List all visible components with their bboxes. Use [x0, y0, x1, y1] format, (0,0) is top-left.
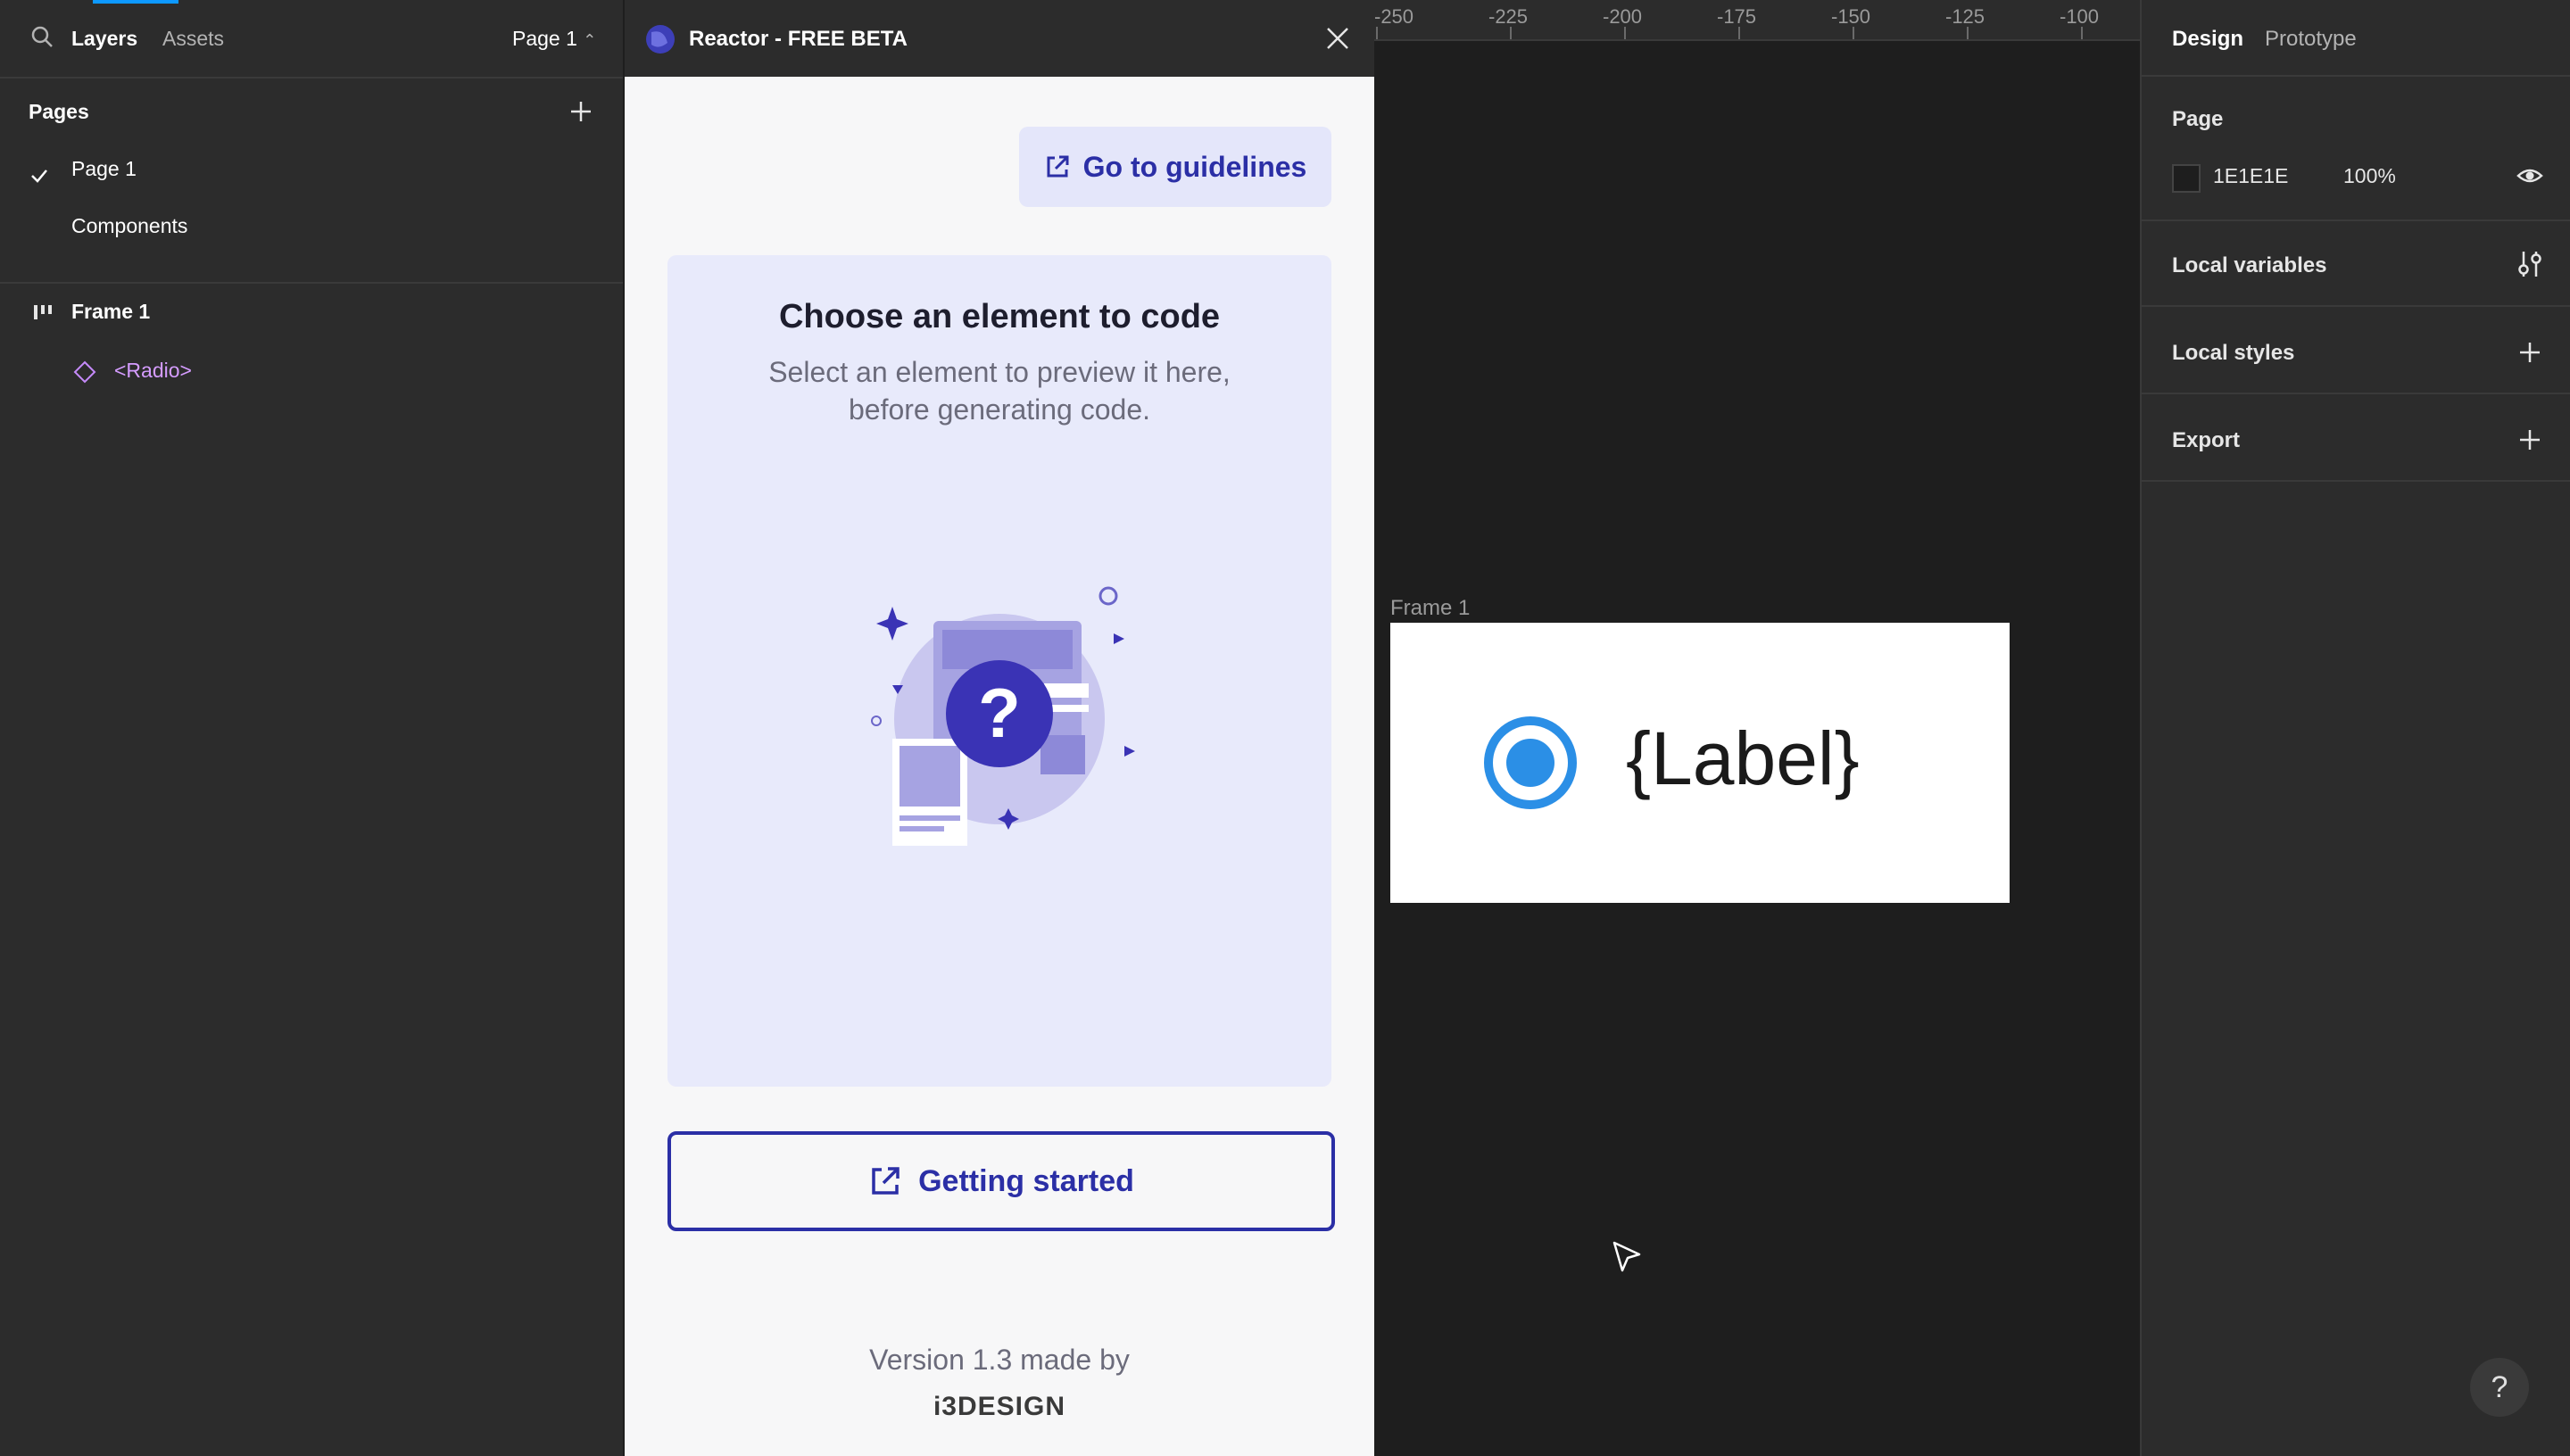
external-link-icon	[872, 1167, 900, 1195]
chevron-up-icon: ⌃	[583, 31, 597, 49]
guidelines-label: Go to guidelines	[1082, 150, 1307, 183]
go-to-guidelines-button[interactable]: Go to guidelines	[1019, 127, 1331, 207]
card-subtitle-line-2: before generating code.	[848, 393, 1151, 426]
active-tab-indicator	[93, 0, 178, 4]
plugin-title: Reactor - FREE BETA	[689, 27, 908, 51]
ruler-tick-label: -150	[1831, 5, 1871, 28]
frame-label[interactable]: Frame 1	[1390, 596, 1470, 621]
check-icon	[31, 170, 47, 183]
page-selector-label: Page 1	[512, 27, 577, 50]
card-title: Choose an element to code	[778, 298, 1221, 335]
getting-started-label: Getting started	[918, 1163, 1134, 1198]
ruler-tick	[2081, 27, 2083, 39]
svg-text:?: ?	[978, 674, 1021, 752]
plugin-header: Reactor - FREE BETA	[625, 0, 1374, 77]
page-selector[interactable]: Page 1 ⌃	[512, 27, 596, 51]
ruler-tick-label: -125	[1945, 5, 1986, 28]
design-panel: Design Prototype Page 1E1E1E 100% Local …	[2140, 0, 2570, 1456]
ruler-tick	[1624, 27, 1626, 39]
divider	[2142, 75, 2570, 77]
divider	[0, 282, 623, 284]
ruler-tick	[1510, 27, 1512, 39]
ruler-tick-label: -100	[2060, 5, 2100, 28]
tab-prototype[interactable]: Prototype	[2265, 27, 2357, 52]
i3design-logo[interactable]: i3DESIGN	[625, 1392, 1374, 1422]
ruler-tick	[1967, 27, 1969, 39]
search-icon[interactable]	[30, 25, 54, 48]
page-color-swatch[interactable]	[2172, 164, 2201, 193]
horizontal-ruler: -250 -225 -200 -175 -150 -125 -100	[1374, 0, 2140, 41]
radio-label[interactable]: {Label}	[1626, 716, 1860, 802]
ruler-tick	[1853, 27, 1854, 39]
ruler-tick-label: -225	[1488, 5, 1529, 28]
add-export-icon[interactable]	[2518, 428, 2541, 451]
ruler-tick	[1738, 27, 1740, 39]
canvas-frame-1[interactable]: {Label}	[1390, 623, 2010, 903]
page-item-label: Page 1	[71, 157, 137, 180]
tab-layers[interactable]: Layers	[71, 27, 137, 51]
page-item-label: Components	[71, 214, 188, 237]
reactor-plugin-window: Reactor - FREE BETA Go to guidelines Cho…	[625, 0, 1374, 1456]
layer-label: Frame 1	[71, 300, 151, 323]
page-section-title: Page	[2172, 107, 2224, 131]
divider	[2142, 305, 2570, 307]
component-instance-icon	[73, 360, 96, 384]
close-icon[interactable]	[1326, 27, 1349, 50]
layers-panel: Layers Assets Page 1 ⌃ Pages Page 1 Comp…	[0, 0, 623, 1456]
variables-settings-icon[interactable]	[2516, 250, 2543, 278]
help-button[interactable]: ?	[2470, 1358, 2529, 1417]
tab-assets[interactable]: Assets	[162, 27, 224, 51]
reactor-logo-icon	[646, 25, 675, 54]
page-item-page-1[interactable]: Page 1	[0, 152, 623, 202]
help-icon: ?	[2491, 1369, 2508, 1404]
pages-title: Pages	[29, 100, 89, 123]
version-text: Version 1.3 made by	[869, 1344, 1130, 1376]
tab-design[interactable]: Design	[2172, 27, 2243, 52]
ruler-tick	[1376, 27, 1378, 39]
layer-radio-component[interactable]: <Radio>	[0, 352, 623, 401]
preview-card: Choose an element to code Select an elem…	[667, 255, 1331, 1087]
add-style-icon[interactable]	[2518, 341, 2541, 364]
add-page-icon[interactable]	[569, 100, 593, 123]
card-subtitle: Select an element to preview it here, be…	[721, 353, 1278, 428]
local-variables-title: Local variables	[2172, 253, 2327, 277]
eye-icon[interactable]	[2516, 166, 2543, 186]
layer-label: <Radio>	[114, 359, 192, 382]
page-item-components[interactable]: Components	[0, 209, 623, 259]
question-illustration-icon: ?	[871, 586, 1135, 846]
page-color-value[interactable]: 1E1E1E	[2213, 164, 2288, 188]
divider	[2142, 219, 2570, 221]
frame-icon	[34, 305, 52, 319]
local-styles-title: Local styles	[2172, 341, 2295, 365]
ruler-tick-label: -250	[1374, 5, 1414, 28]
divider	[2142, 480, 2570, 482]
page-opacity-value[interactable]: 100%	[2343, 164, 2396, 188]
card-subtitle-line-1: Select an element to preview it here,	[768, 356, 1231, 388]
ruler-tick-label: -200	[1603, 5, 1643, 28]
ruler-tick-label: -175	[1717, 5, 1757, 28]
external-link-icon	[1047, 155, 1069, 178]
export-title: Export	[2172, 428, 2241, 452]
cursor-arrow-icon	[1612, 1241, 1641, 1272]
getting-started-button[interactable]: Getting started	[667, 1131, 1335, 1231]
radio-selected-icon[interactable]	[1483, 716, 1578, 810]
layer-frame-1[interactable]: Frame 1	[0, 294, 623, 344]
divider	[2142, 393, 2570, 394]
